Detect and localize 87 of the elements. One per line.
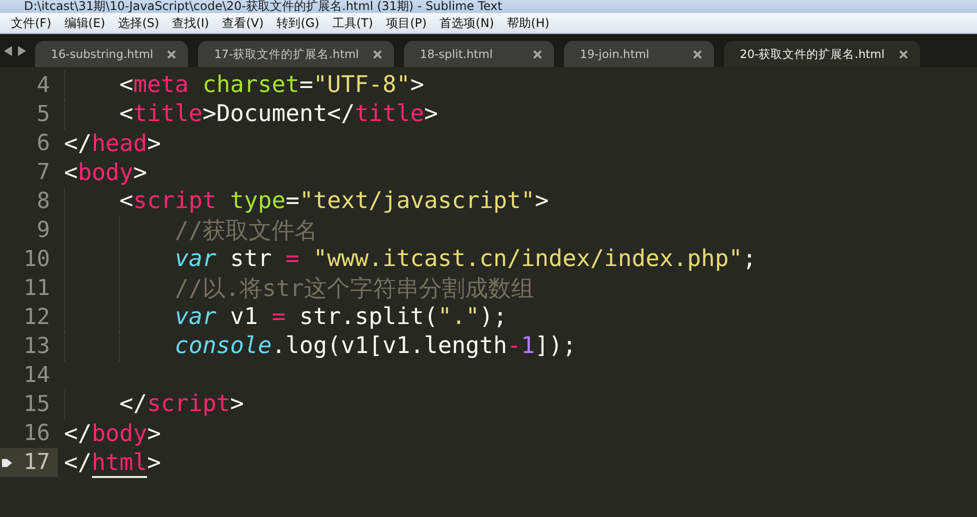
code-token: =: [299, 72, 314, 98]
menu-item[interactable]: 帮助(H): [502, 14, 554, 32]
menu-item[interactable]: 转到(G): [272, 14, 324, 32]
line-number: 13: [22, 333, 51, 361]
menu-item[interactable]: 选择(S): [113, 14, 164, 32]
code-token: ]);: [534, 332, 576, 359]
code-token: str.split(: [298, 304, 438, 330]
code-token: ".": [438, 304, 480, 330]
code-token: >: [147, 420, 161, 446]
line-number: 15: [22, 391, 51, 419]
close-icon[interactable]: [372, 50, 382, 58]
code-token: v1: [229, 304, 259, 330]
code-token: );: [479, 304, 508, 330]
right-arrow-icon[interactable]: [18, 46, 27, 56]
code-token: <: [119, 72, 134, 98]
window-title: D:\itcast\31期\10-JavaScript\code\20-获取文件的扩展名.html (31期) - Sublime Text: [24, 0, 502, 13]
line-number: 14: [22, 362, 51, 390]
tab[interactable]: 18-split.html: [404, 41, 554, 67]
line-number: 8: [36, 188, 51, 216]
code-token: script: [133, 188, 216, 214]
close-icon[interactable]: [167, 50, 176, 58]
code-token: var: [174, 304, 216, 330]
code-token: >: [230, 390, 244, 417]
code-token: .log(v1[v1.length: [272, 332, 508, 359]
code-token: </: [64, 420, 92, 446]
line-number: 10: [22, 246, 51, 274]
menu-item[interactable]: 文件(F): [6, 14, 56, 32]
code-token: title: [354, 100, 424, 127]
code-token: >: [147, 130, 161, 156]
code-token: >: [424, 100, 438, 127]
code-token: charset: [201, 72, 300, 98]
code-token: script: [147, 390, 230, 417]
tab[interactable]: 16-substring.html: [35, 41, 188, 67]
code-token: //以.将str这个字符串分割成数组: [174, 276, 534, 302]
code-token: var: [174, 246, 216, 272]
code-token: -: [507, 332, 521, 359]
tab[interactable]: 19-join.html: [564, 41, 714, 67]
code-token: >: [534, 188, 549, 214]
code-token: body: [92, 420, 148, 446]
close-icon[interactable]: [898, 50, 908, 58]
menu-item[interactable]: 项目(P): [381, 14, 432, 32]
code-token: <: [119, 100, 134, 127]
code-token: head: [92, 130, 148, 156]
code-token: body: [78, 160, 134, 186]
code-token: =: [286, 246, 300, 272]
code-token: </: [64, 450, 92, 476]
menu-item[interactable]: 查看(V): [217, 14, 269, 32]
menu-item[interactable]: 首选项(N): [434, 14, 500, 32]
menu-item[interactable]: 工具(T): [327, 14, 378, 32]
code-token: meta: [133, 72, 189, 98]
code-token: "www.itcast.cn/index/index.php": [312, 246, 743, 272]
code-token: console: [174, 332, 272, 359]
code-token: ;: [742, 246, 756, 272]
code-token: str: [229, 246, 273, 272]
code-token: 1: [520, 332, 535, 359]
line-number: 7: [36, 159, 51, 187]
close-icon[interactable]: [692, 50, 702, 58]
code-token: <: [64, 160, 78, 186]
code-token: >: [410, 72, 424, 98]
menu-item[interactable]: 编辑(E): [59, 14, 110, 32]
code-token: html: [92, 450, 148, 478]
code-token: >Document</: [202, 100, 355, 127]
code-token: =: [286, 188, 300, 214]
code-token: =: [272, 304, 286, 330]
code-token: title: [133, 100, 202, 127]
line-number: 5: [36, 101, 51, 129]
tab[interactable]: 17-获取文件的扩展名.html: [198, 41, 394, 67]
code-token: "UTF-8": [313, 72, 410, 98]
code-token: >: [147, 450, 161, 476]
line-number: 17: [0, 448, 58, 477]
code-token: >: [133, 160, 148, 186]
line-number: 11: [22, 275, 51, 303]
menu-item[interactable]: 查找(I): [167, 14, 214, 32]
code-token: <: [119, 188, 134, 214]
code-token: //获取文件名: [174, 218, 318, 244]
line-number: 9: [36, 217, 51, 245]
left-arrow-icon[interactable]: [4, 46, 13, 56]
tab[interactable]: 20-获取文件的扩展名.html: [724, 41, 920, 67]
code-token: </: [119, 390, 148, 417]
close-icon[interactable]: [532, 50, 542, 58]
code-token: type: [229, 188, 286, 214]
line-number: 16: [22, 420, 51, 448]
line-number: 12: [22, 304, 51, 332]
code-token: </: [64, 130, 92, 156]
code-token: "text/javascript": [299, 188, 535, 214]
line-number: 4: [36, 72, 51, 100]
line-number: 6: [36, 130, 51, 158]
